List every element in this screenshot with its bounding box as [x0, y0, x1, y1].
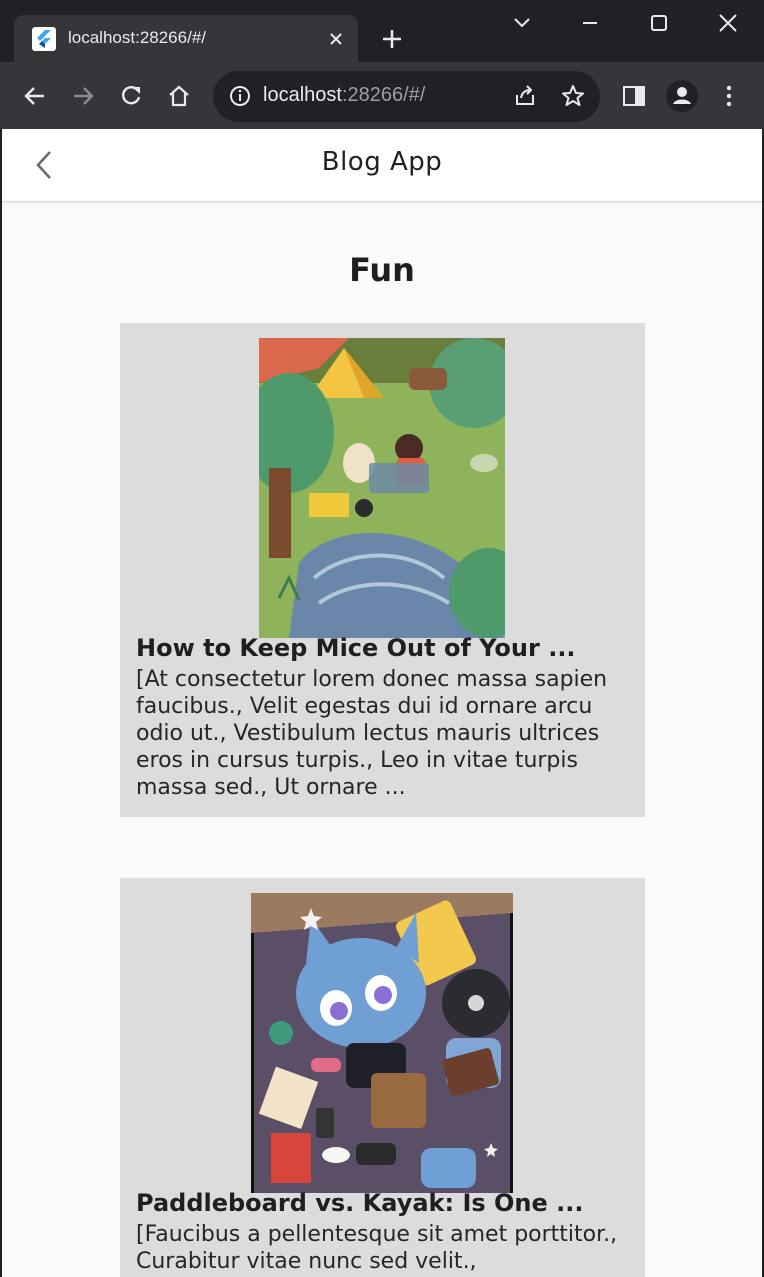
section-title: Fun — [349, 251, 415, 289]
url-host: localhost — [263, 84, 342, 106]
post-image — [251, 893, 513, 1193]
url-path: :28266/#/ — [341, 84, 426, 106]
app-bar: Blog App — [2, 129, 762, 202]
tab-close-icon[interactable] — [326, 29, 346, 49]
post-card[interactable]: Paddleboard vs. Kayak: Is One ... [Fauci… — [120, 878, 645, 1277]
new-tab-icon[interactable] — [380, 27, 404, 51]
browser-tabstrip: localhost:28266/#/ — [0, 0, 764, 62]
more-menu-icon[interactable] — [716, 83, 742, 109]
post-image — [259, 338, 505, 638]
post-card[interactable]: How to Keep Mice Out of Your ... [At con… — [120, 323, 645, 817]
maximize-icon[interactable] — [644, 10, 674, 38]
post-title: How to Keep Mice Out of Your ... — [136, 634, 576, 662]
profile-avatar-icon[interactable] — [665, 79, 699, 113]
post-excerpt: [Faucibus a pellentesque sit amet portti… — [136, 1222, 618, 1274]
reload-icon[interactable] — [118, 83, 144, 109]
post-excerpt: [At consectetur lorem donec massa sapien… — [136, 667, 608, 800]
post-title: Paddleboard vs. Kayak: Is One ... — [136, 1189, 584, 1217]
tab-title: localhost:28266/#/ — [68, 28, 206, 47]
page-viewport: Blog App Fun How to Keep Mice Out of You… — [2, 129, 762, 1277]
forward-arrow-icon[interactable] — [70, 83, 96, 109]
home-icon[interactable] — [166, 83, 192, 109]
back-arrow-icon[interactable] — [22, 83, 48, 109]
bookmark-star-icon[interactable] — [560, 83, 586, 109]
site-info-icon[interactable] — [227, 83, 253, 109]
app-title: Blog App — [321, 147, 443, 177]
tab-search-chevron-icon[interactable] — [507, 10, 537, 38]
minimize-icon[interactable] — [575, 10, 605, 38]
flutter-favicon-icon — [32, 27, 56, 51]
share-icon[interactable] — [512, 83, 538, 109]
browser-toolbar: localhost:28266/#/ — [0, 62, 764, 129]
side-panel-icon[interactable] — [621, 83, 647, 109]
address-bar[interactable]: localhost:28266/#/ — [213, 71, 600, 122]
browser-tab[interactable]: localhost:28266/#/ — [14, 15, 358, 62]
url-text[interactable]: localhost:28266/#/ — [263, 84, 425, 107]
close-window-icon[interactable] — [713, 10, 743, 38]
